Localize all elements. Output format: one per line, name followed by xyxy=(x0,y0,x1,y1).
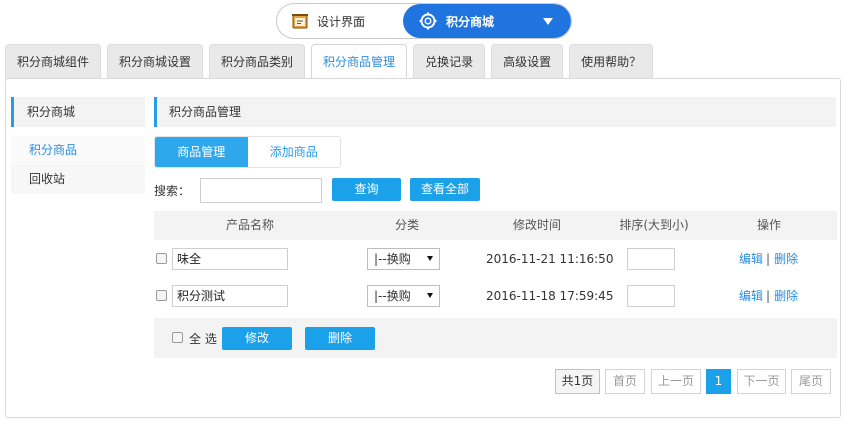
delete-link[interactable]: 删除 xyxy=(774,250,798,267)
pagination-prev[interactable]: 上一页 xyxy=(651,369,701,394)
tab-product-categories[interactable]: 积分商品类别 xyxy=(209,44,306,79)
tab-exchange-records[interactable]: 兑换记录 xyxy=(413,44,486,79)
chevron-down-icon xyxy=(427,292,433,298)
category-value: |--换购 xyxy=(374,288,411,303)
pagination-first[interactable]: 首页 xyxy=(605,369,645,394)
shop-mode-button[interactable]: 积分商城 xyxy=(403,4,571,38)
page-title: 积分商品管理 xyxy=(154,97,836,127)
tab-product-management[interactable]: 积分商品管理 xyxy=(311,44,408,80)
header-category: 分类 xyxy=(394,218,419,232)
design-mode-label: 设计界面 xyxy=(317,14,366,29)
pagination-current[interactable]: 1 xyxy=(706,369,731,394)
modified-time: 2016-11-18 17:59:45 xyxy=(486,288,614,303)
mode-switch: 设计界面 积分商城 xyxy=(276,3,572,39)
table-header: 产品名称 分类 修改时间 排序(大到小) 操作 xyxy=(154,211,837,240)
subtab-add-product[interactable]: 添加商品 xyxy=(248,137,341,167)
tab-mall-settings[interactable]: 积分商城设置 xyxy=(107,44,204,79)
tab-help[interactable]: 使用帮助？ xyxy=(569,44,654,79)
category-select[interactable]: |--换购 xyxy=(367,247,440,270)
design-board-icon xyxy=(291,12,309,30)
sidebar-item-recycle-bin[interactable]: 回收站 xyxy=(11,165,145,194)
view-all-button[interactable]: 查看全部 xyxy=(410,178,480,201)
sidebar-title: 积分商城 xyxy=(11,97,145,127)
header-sort: 排序(大到小) xyxy=(619,218,689,232)
bulk-actions-bar: 全 选 修改 删除 xyxy=(154,318,837,358)
pagination-total: 共1页 xyxy=(555,369,600,394)
table-row: 积分测试 |--换购 2016-11-18 17:59:45 编辑 | 删除 xyxy=(154,277,837,314)
header-actions: 操作 xyxy=(756,218,781,232)
select-all-label: 全 选 xyxy=(189,332,217,346)
sort-order-input[interactable] xyxy=(627,247,675,270)
search-label: 搜索： xyxy=(154,184,191,198)
modify-button[interactable]: 修改 xyxy=(222,327,292,350)
tab-advanced-settings[interactable]: 高级设置 xyxy=(491,44,564,79)
category-value: |--换购 xyxy=(374,251,411,266)
product-table: 产品名称 分类 修改时间 排序(大到小) 操作 味全 |--换购 2016-11… xyxy=(154,211,837,314)
header-modified-time: 修改时间 xyxy=(512,218,561,232)
edit-link[interactable]: 编辑 xyxy=(739,250,763,267)
app-root: 设计界面 积分商城 积分商城组件 积分商城设置 积分商品类别 积分商品管理 兑换… xyxy=(0,0,845,424)
shop-mode-label: 积分商城 xyxy=(446,14,495,29)
subtab-manage-products[interactable]: 商品管理 xyxy=(155,137,248,167)
gear-icon xyxy=(419,12,437,30)
sidebar-item-products[interactable]: 积分商品 xyxy=(11,136,145,165)
edit-link[interactable]: 编辑 xyxy=(739,287,763,304)
search-input[interactable] xyxy=(200,178,322,203)
delete-link[interactable]: 删除 xyxy=(774,287,798,304)
tab-mall-components[interactable]: 积分商城组件 xyxy=(5,44,102,79)
action-separator: | xyxy=(766,288,771,303)
row-checkbox[interactable] xyxy=(156,290,167,301)
chevron-down-icon xyxy=(427,255,433,261)
chevron-down-icon xyxy=(543,18,553,25)
query-button[interactable]: 查询 xyxy=(332,178,401,201)
select-all-checkbox[interactable] xyxy=(172,332,183,343)
header-product-name: 产品名称 xyxy=(225,218,274,232)
row-checkbox[interactable] xyxy=(156,253,167,264)
category-select[interactable]: |--换购 xyxy=(367,284,440,307)
subtabs: 商品管理 添加商品 xyxy=(154,136,341,168)
bulk-delete-button[interactable]: 删除 xyxy=(305,327,375,350)
content-panel: 积分商城 积分商品 回收站 积分商品管理 商品管理 添加商品 搜索： 查询 查看… xyxy=(5,78,841,418)
action-separator: | xyxy=(766,251,771,266)
sort-order-input[interactable] xyxy=(627,284,675,307)
product-name-field[interactable]: 积分测试 xyxy=(172,284,288,307)
modified-time: 2016-11-21 11:16:50 xyxy=(486,251,614,266)
sidebar-menu: 积分商品 回收站 xyxy=(11,136,145,194)
main-tabs: 积分商城组件 积分商城设置 积分商品类别 积分商品管理 兑换记录 高级设置 使用… xyxy=(5,44,659,80)
pagination-next[interactable]: 下一页 xyxy=(737,369,786,394)
design-mode-button[interactable]: 设计界面 xyxy=(277,4,403,38)
pagination-last[interactable]: 尾页 xyxy=(791,369,831,394)
product-name-field[interactable]: 味全 xyxy=(172,247,288,270)
table-row: 味全 |--换购 2016-11-21 11:16:50 编辑 | 删除 xyxy=(154,240,837,277)
